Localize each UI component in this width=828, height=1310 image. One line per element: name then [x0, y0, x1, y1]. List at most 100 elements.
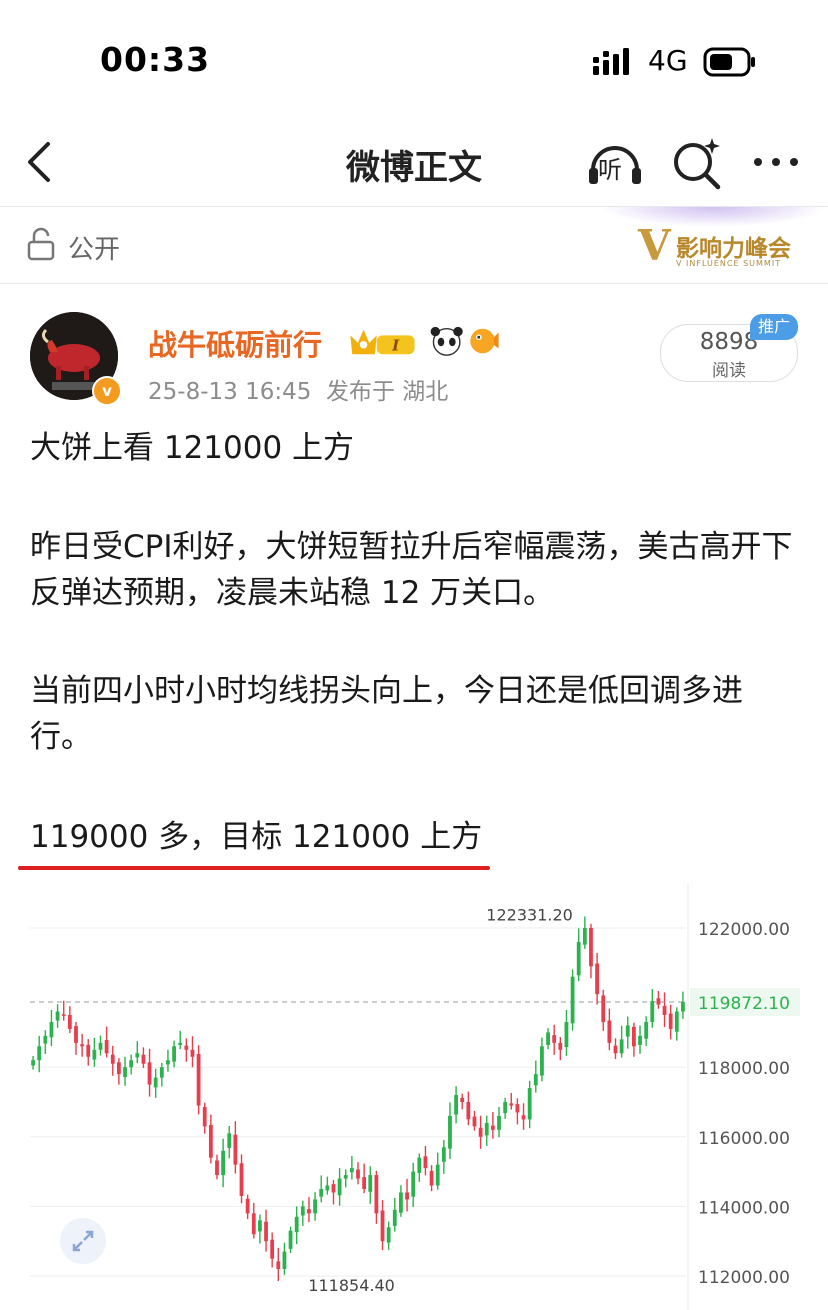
candle-body: [92, 1049, 97, 1060]
candle-body: [307, 1209, 311, 1214]
summit-logo-sub: V INFLUENCE SUMMIT: [676, 259, 782, 268]
candle-body: [386, 1227, 391, 1243]
price-chart-image[interactable]: 122000.00 119872.10 118000.00 116000.00 1140…: [0, 884, 828, 1310]
candle-body: [166, 1060, 170, 1065]
candle-body: [325, 1185, 330, 1191]
listen-label: 听: [598, 156, 622, 184]
candle-body: [601, 995, 606, 1022]
candle-body: [31, 1060, 35, 1066]
candle-body: [503, 1102, 508, 1114]
expand-icon: [72, 1230, 94, 1252]
candle-body: [215, 1160, 219, 1176]
lock-open-icon: [27, 227, 55, 261]
listen-button[interactable]: 听: [584, 134, 646, 192]
post-time: 25-8-13 16:45: [148, 379, 312, 405]
post-paragraph-3: 当前四小时小时均线拐头向上，今日还是低回调多进行。: [30, 673, 743, 755]
candle-body: [533, 1074, 538, 1086]
candle-body: [110, 1054, 115, 1064]
summit-logo[interactable]: V 影响力峰会 V INFLUENCE SUMMIT: [600, 207, 828, 283]
candle-body: [141, 1054, 146, 1064]
candle-body: [650, 1001, 655, 1022]
candle-body: [300, 1206, 305, 1216]
candle-body: [552, 1035, 557, 1043]
candle-body: [619, 1039, 624, 1054]
candle-body: [497, 1115, 501, 1130]
candle-body: [472, 1116, 477, 1127]
candle-body: [582, 928, 587, 945]
candle-body: [239, 1163, 244, 1196]
candle-body: [429, 1170, 434, 1186]
pufferfish-badge-icon: [470, 328, 499, 354]
candle-body: [288, 1230, 293, 1249]
candle-body: [681, 1002, 685, 1012]
post-paragraph-1: 大饼上看 121000 上方: [30, 430, 355, 466]
candle-body: [116, 1062, 121, 1075]
candle-body: [184, 1045, 189, 1050]
summit-logo-letter: V: [638, 221, 671, 270]
author-row: v 战牛砥砺前行 I 25-8-13 16:45 发布于 湖北 8898 阅读 …: [0, 284, 828, 414]
candle-body: [208, 1124, 213, 1158]
y-tick-label: 119872.10: [698, 994, 790, 1014]
candle-body: [147, 1062, 152, 1085]
search-sparkle-icon[interactable]: [668, 134, 726, 192]
post-paragraph-2: 昨日受CPI利好，大饼短暂拉升后窄幅震荡，美古高开下反弹达预期，凌晨未站稳 12…: [30, 529, 793, 611]
signal-bars-icon: [593, 48, 629, 75]
candle-body: [331, 1184, 336, 1193]
candle-body: [454, 1095, 458, 1115]
candle-body: [74, 1026, 78, 1043]
candle-body: [270, 1239, 275, 1259]
candle-body: [638, 1035, 642, 1045]
candle-body: [558, 1042, 563, 1050]
post-paragraph-4: 119000 多，目标 121000 上方: [30, 819, 483, 855]
candlestick-chart: 122000.00 119872.10 118000.00 116000.00 1140…: [30, 884, 800, 1310]
candle-body: [478, 1127, 483, 1137]
candle-body: [356, 1169, 360, 1179]
candle-body: [319, 1189, 324, 1197]
candle-body: [178, 1042, 183, 1045]
candle-body: [435, 1164, 440, 1186]
candle-body: [37, 1046, 42, 1061]
candle-body: [196, 1053, 201, 1106]
candle-body: [564, 1021, 569, 1048]
candle-body: [631, 1026, 636, 1047]
candle-body: [153, 1077, 158, 1088]
candle-body: [570, 976, 575, 1024]
candle-body: [521, 1115, 526, 1120]
more-dots-icon[interactable]: [748, 142, 804, 182]
candle-body: [104, 1040, 109, 1054]
candle-body: [251, 1213, 256, 1235]
candle-body: [276, 1261, 281, 1270]
candle-body: [625, 1025, 630, 1037]
network-type: 4G: [648, 44, 688, 77]
candle-body: [540, 1046, 544, 1076]
candle-body: [86, 1044, 91, 1057]
candle-body: [374, 1175, 379, 1214]
candle-body: [313, 1199, 317, 1214]
candle-body: [159, 1067, 164, 1078]
candle-body: [527, 1088, 532, 1120]
expand-chart-button[interactable]: [60, 1218, 106, 1264]
candle-body: [595, 963, 600, 995]
candle-body: [98, 1042, 103, 1050]
candle-body: [613, 1045, 618, 1054]
candle-body: [607, 1020, 612, 1043]
y-tick-label: 118000.00: [698, 1059, 790, 1079]
candle-body: [233, 1134, 238, 1165]
candle-body: [668, 1013, 673, 1029]
candle-body: [441, 1147, 446, 1162]
candle-body: [656, 998, 661, 1005]
status-bar: 00:33 4G: [0, 0, 828, 120]
candle-body: [294, 1216, 299, 1233]
candle-body: [662, 1005, 667, 1015]
candle-body: [515, 1104, 520, 1113]
author-badges[interactable]: I: [344, 324, 504, 358]
candle-body: [135, 1053, 140, 1058]
candle-body: [546, 1032, 550, 1045]
candle-body: [362, 1177, 367, 1189]
candle-body: [349, 1168, 354, 1173]
post-meta: 25-8-13 16:45 发布于 湖北: [148, 372, 448, 406]
post-location: 发布于 湖北: [325, 379, 449, 405]
author-name[interactable]: 战牛砥砺前行: [148, 322, 322, 364]
candle-body: [460, 1097, 465, 1102]
candle-body: [55, 1011, 60, 1021]
